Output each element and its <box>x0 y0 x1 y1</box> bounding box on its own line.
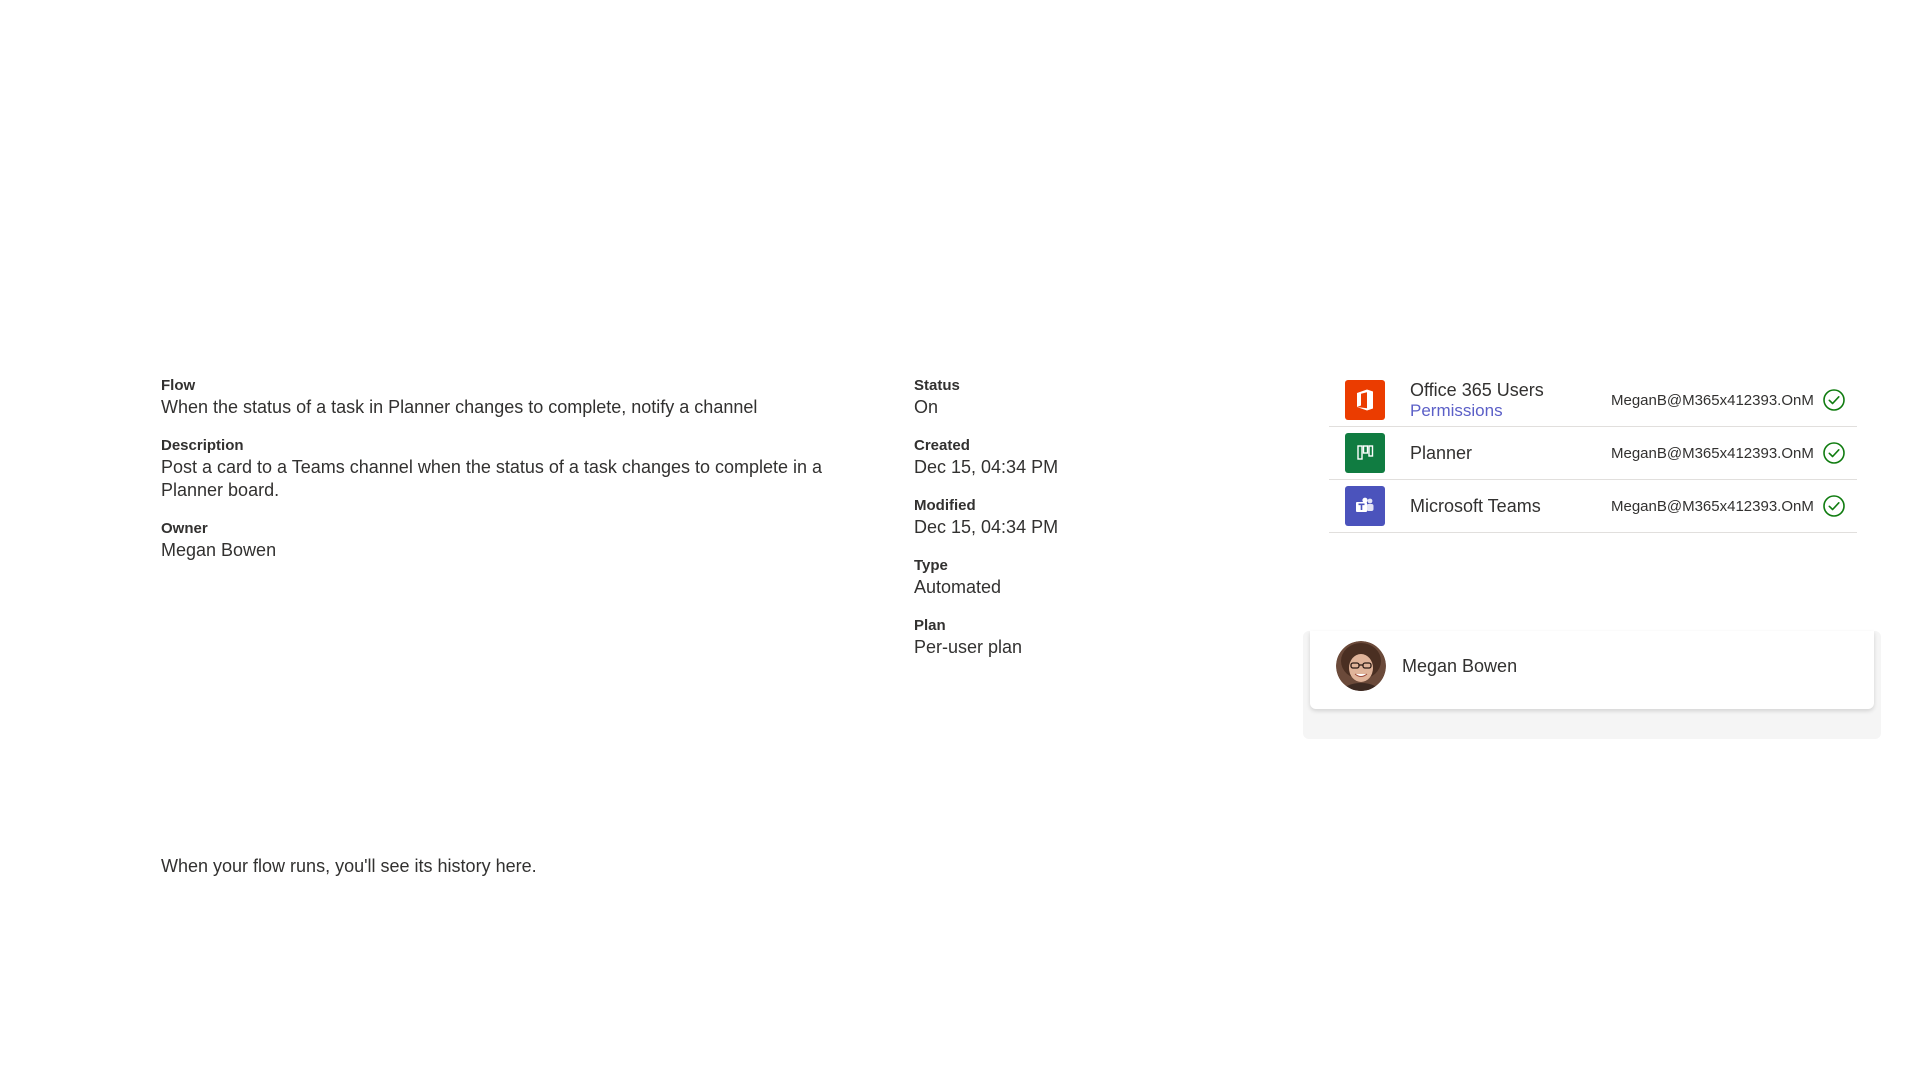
check-circle-icon <box>1822 494 1846 518</box>
connection-account: MeganB@M365x412393.OnM <box>1611 444 1814 462</box>
run-history-empty-message: When your flow runs, you'll see its hist… <box>161 856 537 876</box>
connection-row-microsoft-teams[interactable]: Microsoft Teams MeganB@M365x412393.OnM <box>1329 480 1857 533</box>
type-label: Type <box>914 557 948 574</box>
flow-details-page: Flow When the status of a task in Planne… <box>0 0 1920 1080</box>
flow-field: Flow When the status of a task in Planne… <box>161 376 881 419</box>
flow-label: Flow <box>161 377 196 394</box>
connection-name: Office 365 Users <box>1410 380 1544 400</box>
owner-label: Owner <box>161 520 208 537</box>
check-circle-icon <box>1822 441 1846 465</box>
avatar <box>1336 641 1386 691</box>
description-text: Post a card to a Teams channel when the … <box>161 457 823 500</box>
connection-account: MeganB@M365x412393.OnM <box>1611 497 1814 515</box>
status-field: Status On <box>914 376 1274 419</box>
plan-label: Plan <box>914 617 946 634</box>
plan-field: Plan Per-user plan <box>914 616 1274 659</box>
connection-name: Microsoft Teams <box>1410 496 1541 516</box>
created-field: Created Dec 15, 04:34 PM <box>914 436 1274 479</box>
type-value: Automated <box>914 577 1002 597</box>
teams-icon <box>1345 486 1385 526</box>
description-label: Description <box>161 437 244 454</box>
connection-account: MeganB@M365x412393.OnM <box>1611 391 1814 409</box>
owners-list: Megan Bowen <box>1310 631 1874 709</box>
owner-field: Owner Megan Bowen <box>161 519 881 562</box>
modified-label: Modified <box>914 497 976 514</box>
planner-icon <box>1345 433 1385 473</box>
connection-name: Planner <box>1410 443 1473 463</box>
office-icon <box>1345 380 1385 420</box>
check-circle-icon <box>1822 388 1846 412</box>
status-value: On <box>914 397 939 417</box>
details-right-column: Status On Created Dec 15, 04:34 PM Modif… <box>914 376 1274 676</box>
connections-list: Office 365 Users Permissions MeganB@M365… <box>1329 374 1857 533</box>
permissions-link[interactable]: Permissions <box>1410 401 1600 421</box>
plan-value: Per-user plan <box>914 637 1023 657</box>
connection-row-office365-users[interactable]: Office 365 Users Permissions MeganB@M365… <box>1329 374 1857 427</box>
details-left-column: Flow When the status of a task in Planne… <box>161 376 881 579</box>
modified-field: Modified Dec 15, 04:34 PM <box>914 496 1274 539</box>
modified-value: Dec 15, 04:34 PM <box>914 517 1059 537</box>
description-field: Description Post a card to a Teams chann… <box>161 436 881 502</box>
created-value: Dec 15, 04:34 PM <box>914 457 1059 477</box>
created-label: Created <box>914 437 970 454</box>
status-label: Status <box>914 377 960 394</box>
owners-card: Megan Bowen <box>1303 631 1881 739</box>
connection-row-planner[interactable]: Planner MeganB@M365x412393.OnM <box>1329 427 1857 480</box>
owner-name: Megan Bowen <box>1402 655 1518 676</box>
type-field: Type Automated <box>914 556 1274 599</box>
owner-value: Megan Bowen <box>161 540 277 560</box>
flow-name: When the status of a task in Planner cha… <box>161 397 758 417</box>
owner-item[interactable]: Megan Bowen <box>1336 641 1517 691</box>
